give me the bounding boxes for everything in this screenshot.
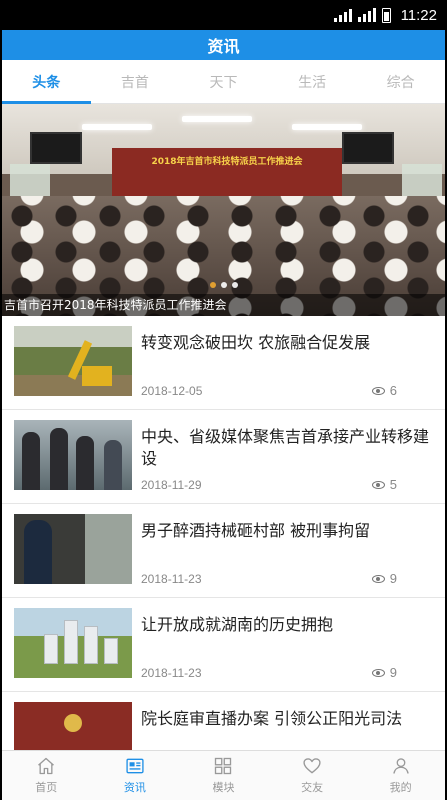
home-icon: [38, 757, 55, 775]
news-date: 2018-12-05: [141, 384, 203, 398]
news-date: 2018-11-23: [141, 572, 202, 586]
person-figure: [22, 432, 40, 490]
news-view-count: 9: [389, 665, 397, 680]
news-views: 9: [371, 571, 397, 586]
person-figure: [50, 428, 68, 490]
ceiling-light: [292, 124, 362, 130]
carousel-dot: [231, 282, 238, 288]
news-list: 转变观念破田坎 农旅融合促发展 2018-12-05 6 中央、省级媒体聚焦吉首…: [2, 316, 445, 786]
excavator-body: [82, 366, 112, 386]
banner-tv-screen: [342, 132, 394, 164]
tab-jishou[interactable]: 吉首: [91, 60, 180, 103]
news-item[interactable]: 男子醉酒持械砸村部 被刑事拘留 2018-11-23 9: [2, 504, 445, 598]
nav-home[interactable]: 首页: [2, 751, 91, 800]
tab-label: 吉首: [120, 74, 149, 91]
building: [64, 620, 78, 664]
person-icon: [392, 758, 409, 774]
news-title: 转变观念破田坎 农旅融合促发展: [141, 333, 371, 352]
carousel-dot: [220, 282, 227, 288]
battery-icon: [381, 7, 391, 23]
news-date: 2018-11-29: [141, 478, 202, 492]
app-frame: 11:22 资讯 头条 吉首 天下 生活 综合 2018年吉首市科技特派员工作推…: [0, 0, 447, 800]
nav-label: 首页: [35, 781, 58, 794]
news-views: 6: [371, 383, 397, 398]
building: [104, 638, 118, 664]
status-bar: 11:22: [2, 0, 445, 30]
nav-mine[interactable]: 我的: [356, 751, 445, 800]
news-views: 9: [371, 665, 397, 680]
tab-label: 天下: [209, 74, 238, 91]
ceiling-light: [82, 124, 152, 130]
person-figure: [76, 436, 94, 490]
carousel-indicator: [2, 282, 445, 288]
status-time: 11:22: [400, 6, 437, 24]
news-icon: [126, 758, 144, 774]
nav-label: 模块: [212, 781, 235, 794]
news-date: 2018-11-23: [141, 666, 202, 680]
banner-slide-text: 2018年吉首市科技特派员工作推进会: [151, 157, 303, 167]
news-title: 男子醉酒持械砸村部 被刑事拘留: [141, 521, 371, 540]
news-item[interactable]: 中央、省级媒体聚焦吉首承接产业转移建设 2018-11-29 5: [2, 410, 445, 504]
cell-signal-icon: [357, 8, 376, 22]
grid-icon: [215, 757, 232, 775]
news-view-count: 6: [389, 383, 397, 398]
bottom-navigation: 首页 资讯 模块 交友 我的: [2, 750, 445, 800]
tab-label: 生活: [298, 74, 327, 91]
nav-label: 交友: [301, 781, 324, 794]
person-figure: [24, 520, 52, 584]
nav-friends[interactable]: 交友: [268, 751, 357, 800]
nav-label: 资讯: [123, 781, 146, 794]
news-thumbnail: [14, 514, 132, 584]
nav-news[interactable]: 资讯: [91, 751, 180, 800]
news-item[interactable]: 让开放成就湖南的历史拥抱 2018-11-23 9: [2, 598, 445, 692]
headline-carousel[interactable]: 2018年吉首市科技特派员工作推进会 吉首市召开2018年科技特派员工作推进会: [2, 104, 445, 316]
tab-label: 头条: [32, 74, 61, 91]
tab-label: 综合: [386, 74, 415, 91]
news-view-count: 9: [389, 571, 397, 586]
person-figure: [104, 440, 122, 490]
banner-tv-screen: [30, 132, 82, 164]
building: [44, 634, 58, 664]
nav-label: 我的: [389, 781, 412, 794]
ceiling-light: [182, 116, 252, 122]
heart-icon: [303, 758, 321, 774]
tab-zonghe[interactable]: 综合: [356, 60, 445, 103]
tab-tianxia[interactable]: 天下: [179, 60, 268, 103]
nav-modules[interactable]: 模块: [179, 751, 268, 800]
page-title-bar: 资讯: [2, 30, 445, 60]
page-title: 资讯: [207, 37, 240, 56]
eye-icon: [371, 480, 385, 489]
carousel-dot-active: [209, 282, 216, 288]
building: [84, 626, 98, 664]
wifi-signal-icon: [333, 8, 352, 22]
eye-icon: [371, 386, 385, 395]
news-view-count: 5: [389, 477, 397, 492]
banner-caption: 吉首市召开2018年科技特派员工作推进会: [2, 294, 445, 316]
category-tabs: 头条 吉首 天下 生活 综合: [2, 60, 445, 104]
eye-icon: [371, 574, 385, 583]
news-thumbnail: [14, 326, 132, 396]
news-title: 中央、省级媒体聚焦吉首承接产业转移建设: [141, 427, 430, 468]
eye-icon: [371, 668, 385, 677]
tab-toutiao[interactable]: 头条: [2, 60, 91, 104]
news-title: 让开放成就湖南的历史拥抱: [141, 615, 334, 634]
news-item[interactable]: 转变观念破田坎 农旅融合促发展 2018-12-05 6: [2, 316, 445, 410]
news-title: 院长庭审直播办案 引领公正阳光司法: [141, 709, 403, 728]
news-views: 5: [371, 477, 397, 492]
court-emblem: [64, 714, 82, 732]
tab-shenghuo[interactable]: 生活: [268, 60, 357, 103]
news-thumbnail: [14, 608, 132, 678]
news-thumbnail: [14, 420, 132, 490]
